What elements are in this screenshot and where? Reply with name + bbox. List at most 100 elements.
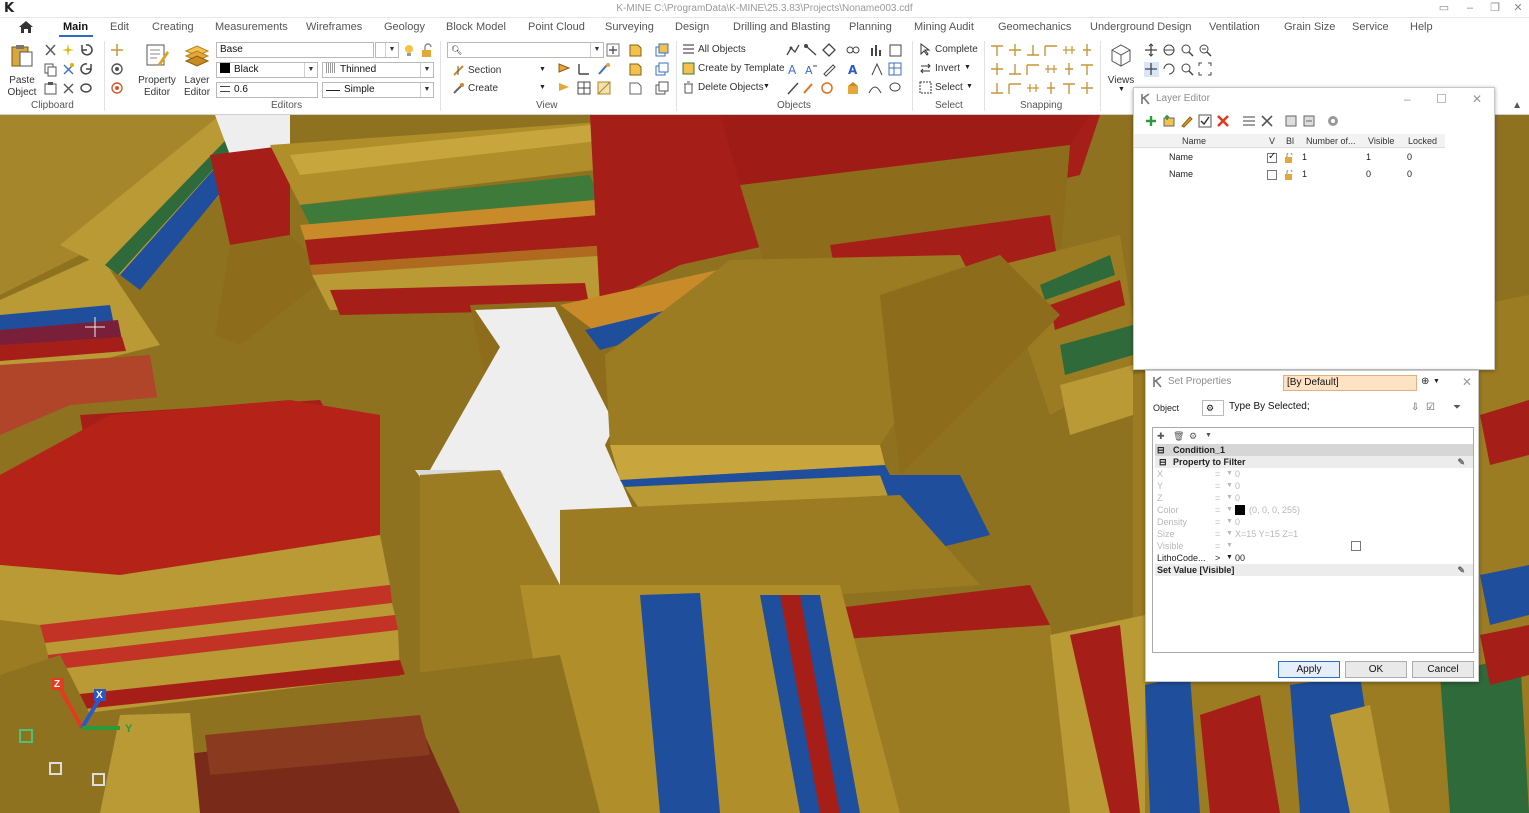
menu-block-model[interactable]: Block Model [446, 21, 506, 33]
settings-icon[interactable] [1326, 114, 1340, 128]
window-split-icon[interactable] [655, 62, 670, 77]
create-button[interactable]: Create [452, 81, 498, 97]
target-icon[interactable] [110, 81, 125, 96]
paste-special-icon[interactable] [43, 81, 58, 96]
prop-value[interactable]: 0 [1235, 480, 1240, 492]
page-icon[interactable] [628, 43, 643, 58]
filter-prop-row[interactable]: Visible = ▼ [1155, 540, 1473, 552]
condition-row[interactable]: ⊟ Condition_1 [1155, 444, 1473, 456]
repeat-icon[interactable] [79, 81, 94, 96]
col-visible[interactable]: Visible [1368, 134, 1394, 148]
menu-mining-audit[interactable]: Mining Audit [914, 21, 974, 33]
menu-surveying[interactable]: Surveying [605, 21, 654, 33]
circle-icon[interactable] [820, 81, 835, 96]
snap-corner-icon[interactable] [1044, 81, 1059, 96]
chevron-down-icon[interactable]: ▼ [1226, 468, 1233, 480]
copy-icon[interactable] [43, 62, 58, 77]
page-flag-icon[interactable] [628, 62, 643, 77]
menu-main[interactable]: Main [63, 21, 88, 33]
complete-button[interactable]: Complete [919, 42, 978, 58]
view-brush-icon[interactable] [597, 62, 612, 77]
layer-row-name[interactable]: Name [1169, 169, 1193, 179]
chevron-down-icon[interactable]: ▼ [1226, 480, 1233, 492]
delete-objects-button[interactable]: Delete Objects [682, 80, 764, 96]
diamond-icon[interactable] [822, 43, 837, 58]
filter-prop-row[interactable]: LithoCode... > ▼ 00 [1155, 552, 1473, 564]
rotate-icon[interactable] [110, 62, 125, 77]
view-flag-icon[interactable] [557, 62, 572, 77]
menu-geology[interactable]: Geology [384, 21, 425, 33]
property-to-filter-row[interactable]: ⊟ Property to Filter ✎ [1155, 456, 1473, 468]
restore-icon[interactable]: ❐ [1488, 2, 1502, 14]
menu-ventilation[interactable]: Ventilation [1209, 21, 1260, 33]
edit-filter-icon[interactable]: ✎ [1457, 456, 1465, 468]
object-type-field[interactable]: Type By Selected; [1226, 400, 1410, 416]
preset-combo[interactable]: [By Default] [1283, 375, 1417, 391]
snap-parallel-icon[interactable] [1062, 81, 1077, 96]
snap-center-icon[interactable] [1080, 81, 1095, 96]
add-view-icon[interactable] [606, 43, 621, 58]
text-edit-icon[interactable]: A [804, 62, 819, 77]
menu-creating[interactable]: Creating [152, 21, 194, 33]
view-axes-icon[interactable] [577, 62, 592, 77]
all-objects-button[interactable]: All Objects [682, 42, 746, 58]
snap-end-icon[interactable] [990, 43, 1005, 58]
close-icon[interactable]: ✕ [1472, 92, 1482, 106]
close-icon[interactable]: ✕ [1462, 375, 1472, 389]
object-type-icon-button[interactable]: ⚙ [1202, 400, 1224, 416]
apply-button[interactable]: Apply [1278, 661, 1340, 678]
home-icon[interactable] [17, 19, 35, 35]
pen-icon[interactable] [822, 62, 837, 77]
page-down-icon[interactable] [628, 81, 643, 96]
prop-operator[interactable]: = [1215, 516, 1220, 528]
line-width-combo[interactable]: 0.6 [216, 82, 318, 98]
close-icon[interactable]: ✕ [1511, 2, 1525, 14]
unlock-icon[interactable] [420, 43, 435, 58]
minimize-icon[interactable]: – [1404, 92, 1411, 106]
chevron-down-icon[interactable]: ▼ [966, 83, 973, 90]
lasso-icon[interactable] [888, 81, 903, 96]
ok-button[interactable]: OK [1345, 661, 1407, 678]
snap-parallel-icon[interactable] [1062, 62, 1077, 77]
pan-selected-icon[interactable] [1144, 62, 1159, 77]
snap-center-icon[interactable] [1080, 62, 1095, 77]
snap-mid-icon[interactable] [1008, 62, 1023, 77]
prop-operator[interactable]: = [1215, 504, 1220, 516]
cancel-button[interactable]: Cancel [1412, 661, 1474, 678]
chevron-down-icon[interactable]: ▼ [964, 64, 971, 71]
prop-operator[interactable]: = [1215, 492, 1220, 504]
filter-icon[interactable]: ⏷ [1453, 402, 1461, 413]
prop-value[interactable]: X=15 Y=15 Z=1 [1235, 528, 1298, 540]
lock-icon[interactable] [1284, 153, 1294, 163]
set-value-row[interactable]: Set Value [Visible] ✎ [1155, 564, 1473, 576]
chevron-down-icon[interactable]: ▼ [1226, 504, 1233, 516]
filter-prop-row[interactable]: Density = ▼ 0 [1155, 516, 1473, 528]
menu-point-cloud[interactable]: Point Cloud [528, 21, 585, 33]
chevron-down-icon[interactable]: ▼ [1226, 540, 1233, 552]
link-icon[interactable] [846, 43, 861, 58]
settings-icon[interactable]: ⚙ [1189, 431, 1197, 442]
snap-end-icon[interactable] [990, 81, 1005, 96]
table-icon[interactable] [888, 62, 903, 77]
prop-value[interactable]: 0 [1235, 492, 1240, 504]
menu-underground-design[interactable]: Underground Design [1090, 21, 1192, 33]
pan-icon[interactable] [1144, 43, 1159, 58]
layer-visible-checkbox[interactable] [1267, 151, 1277, 163]
line-icon[interactable] [786, 81, 801, 96]
list-view-icon[interactable] [1242, 114, 1256, 128]
view-grid-icon[interactable] [577, 81, 592, 96]
snap-corner-icon[interactable] [1044, 62, 1059, 77]
frame-icon[interactable] [888, 43, 903, 58]
chevron-down-icon[interactable]: ▼ [1205, 432, 1212, 439]
col-locked[interactable]: Locked [1408, 134, 1437, 148]
prop-operator[interactable]: = [1215, 540, 1220, 552]
snap-parallel-icon[interactable] [1062, 43, 1077, 58]
col-number[interactable]: Number of... [1306, 134, 1356, 148]
view-hatch-icon[interactable] [597, 81, 612, 96]
rotate-view-icon[interactable] [1162, 62, 1177, 77]
prop-operator[interactable]: > [1215, 552, 1220, 564]
layer-combo[interactable]: Base [216, 42, 374, 58]
view-search-combo[interactable]: 🔍︎ ▼ [447, 42, 604, 58]
layer-visible-checkbox[interactable] [1267, 170, 1277, 180]
brush-icon[interactable] [802, 81, 817, 96]
